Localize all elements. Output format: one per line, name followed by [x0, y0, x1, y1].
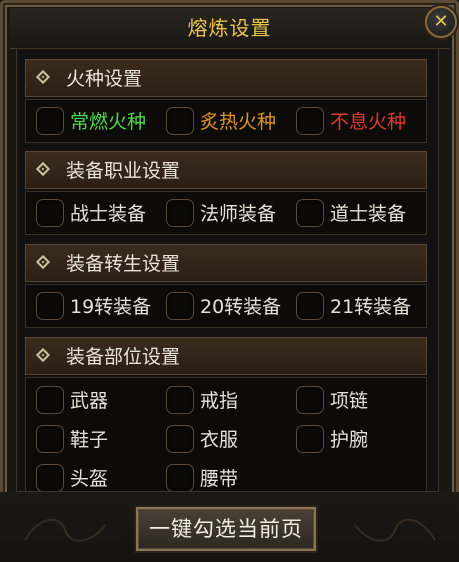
option-label: 道士装备: [330, 203, 407, 225]
diamond-bullet-icon: [35, 347, 51, 363]
option-slot-belt[interactable]: 腰带: [166, 464, 286, 491]
option-label: 武器: [70, 390, 109, 412]
option-label: 项链: [330, 390, 369, 412]
section-body-slot: 武器 戒指 项链 鞋子 衣服 护腕 头盔 腰带: [25, 377, 427, 491]
option-slot-helmet[interactable]: 头盔: [36, 464, 156, 491]
section-title: 装备转生设置: [66, 253, 181, 275]
option-label: 戒指: [200, 390, 239, 412]
settings-panel: 火种设置 常燃火种 炙热火种 不息火种 装备职业设置 战士装备 法师装备 道士装…: [16, 48, 439, 492]
section-title: 装备职业设置: [66, 160, 181, 182]
section-body-fire: 常燃火种 炙热火种 不息火种: [25, 99, 427, 143]
option-fire-3[interactable]: 不息火种: [296, 107, 416, 137]
section-title: 火种设置: [66, 68, 143, 90]
checkbox[interactable]: [166, 425, 194, 453]
option-slot-bracer[interactable]: 护腕: [296, 425, 416, 455]
option-label: 鞋子: [70, 429, 109, 451]
checkbox[interactable]: [296, 425, 324, 453]
option-label: 19转装备: [70, 296, 152, 318]
option-class-taoist[interactable]: 道士装备: [296, 199, 416, 229]
option-label: 不息火种: [330, 111, 407, 133]
option-class-warrior[interactable]: 战士装备: [36, 199, 156, 229]
option-label: 腰带: [200, 468, 239, 490]
checkbox[interactable]: [166, 199, 194, 227]
checkbox[interactable]: [36, 107, 64, 135]
option-slot-weapon[interactable]: 武器: [36, 386, 156, 416]
ornament-icon: [354, 518, 436, 542]
diamond-bullet-icon: [35, 69, 51, 85]
checkbox[interactable]: [296, 292, 324, 320]
section-header-fire: 火种设置: [25, 59, 427, 97]
checkbox[interactable]: [166, 292, 194, 320]
checkbox[interactable]: [296, 199, 324, 227]
option-slot-ring[interactable]: 戒指: [166, 386, 286, 416]
option-label: 21转装备: [330, 296, 412, 318]
option-class-mage[interactable]: 法师装备: [166, 199, 286, 229]
option-slot-necklace[interactable]: 项链: [296, 386, 416, 416]
section-header-rebirth: 装备转生设置: [25, 244, 427, 282]
checkbox[interactable]: [296, 386, 324, 414]
section-title: 装备部位设置: [66, 346, 181, 368]
option-label: 20转装备: [200, 296, 282, 318]
option-rebirth-19[interactable]: 19转装备: [36, 292, 156, 322]
checkbox[interactable]: [36, 464, 64, 491]
section-body-class: 战士装备 法师装备 道士装备: [25, 191, 427, 235]
checkbox[interactable]: [36, 199, 64, 227]
close-icon[interactable]: ✕: [425, 6, 457, 38]
checkbox[interactable]: [36, 292, 64, 320]
title-bar: 熔炼设置: [10, 8, 449, 49]
checkbox[interactable]: [166, 386, 194, 414]
option-label: 头盔: [70, 468, 109, 490]
option-fire-1[interactable]: 常燃火种: [36, 107, 156, 137]
option-label: 炙热火种: [200, 111, 277, 133]
section-header-class: 装备职业设置: [25, 151, 427, 189]
option-label: 衣服: [200, 429, 239, 451]
ornament-icon: [24, 518, 106, 542]
option-label: 法师装备: [200, 203, 277, 225]
option-rebirth-20[interactable]: 20转装备: [166, 292, 286, 322]
checkbox[interactable]: [36, 425, 64, 453]
checkbox[interactable]: [166, 464, 194, 491]
checkbox[interactable]: [36, 386, 64, 414]
checkbox[interactable]: [166, 107, 194, 135]
option-fire-2[interactable]: 炙热火种: [166, 107, 286, 137]
option-label: 战士装备: [70, 203, 147, 225]
diamond-bullet-icon: [35, 254, 51, 270]
option-label: 护腕: [330, 429, 369, 451]
option-label: 常燃火种: [70, 111, 147, 133]
option-slot-shoes[interactable]: 鞋子: [36, 425, 156, 455]
option-slot-armor[interactable]: 衣服: [166, 425, 286, 455]
window-title: 熔炼设置: [187, 16, 272, 40]
section-header-slot: 装备部位设置: [25, 337, 427, 375]
select-current-page-button[interactable]: 一键勾选当前页: [136, 507, 316, 551]
section-body-rebirth: 19转装备 20转装备 21转装备: [25, 284, 427, 328]
diamond-bullet-icon: [35, 161, 51, 177]
checkbox[interactable]: [296, 107, 324, 135]
option-rebirth-21[interactable]: 21转装备: [296, 292, 416, 322]
